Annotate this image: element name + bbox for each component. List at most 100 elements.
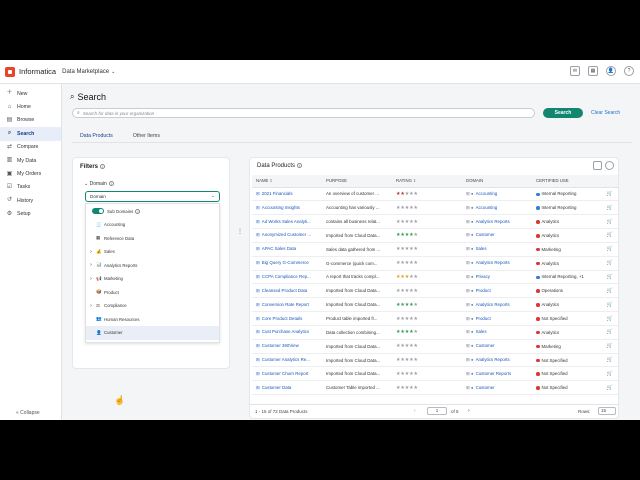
product-name[interactable]: Cleansed Product Data	[262, 288, 307, 293]
product-name-cell[interactable]: ⊞ Customer 360View	[252, 339, 322, 354]
sort-icon[interactable]: ⇕	[269, 178, 272, 183]
domain-cell[interactable]: ⊞ ● Accounting	[462, 200, 532, 216]
product-name[interactable]: Anonymized Customer ...	[262, 232, 311, 237]
drag-handle-icon[interactable]: ⋮	[237, 228, 243, 235]
product-name[interactable]: Cust Purchase Analytics	[262, 329, 309, 334]
domain-link[interactable]: Product	[476, 316, 491, 321]
domain-cell[interactable]: ⊞ ● Customer	[462, 380, 532, 396]
sidebar-item-history[interactable]: ↺ History	[0, 194, 61, 207]
product-name[interactable]: Customer Analytics Re...	[262, 357, 310, 362]
table-row[interactable]: ⊞ Cust Purchase Analytics Data collection …	[252, 325, 618, 340]
domain-link[interactable]: Sales	[476, 246, 487, 251]
domain-cell[interactable]: ⊞ ● Product	[462, 311, 532, 326]
domain-link[interactable]: Analytics Reports	[476, 357, 510, 362]
domain-cell[interactable]: ⊞ ● Customer	[462, 339, 532, 354]
chevron-right-icon[interactable]: ›	[86, 303, 96, 309]
domain-cell[interactable]: ⊞ ● Analytics Reports	[462, 256, 532, 271]
product-name-cell[interactable]: ⊞ Cleansed Product Data	[252, 283, 322, 299]
product-name-cell[interactable]: ⊞ Customer Analytics Re...	[252, 353, 322, 368]
domain-link[interactable]: Product	[476, 288, 491, 293]
product-name-cell[interactable]: ⊞ Big Query G-Commerce	[252, 256, 322, 271]
domain-link[interactable]: Customer	[476, 343, 495, 348]
domain-option[interactable]: 👤 Customer	[86, 326, 219, 340]
table-row[interactable]: ⊞ 2021 Financials An overview of customer …	[252, 187, 618, 202]
table-row[interactable]: ⊞ Conversion Rate Report Imported from Clo…	[252, 297, 618, 313]
table-row[interactable]: ⊞ APAC Sales Data Sales data gathered from…	[252, 242, 618, 257]
help-icon[interactable]: ?	[624, 66, 634, 76]
apps-icon[interactable]: ▦	[588, 66, 598, 76]
product-name[interactable]: CCPA Compliance Rep...	[262, 274, 311, 279]
domain-option[interactable]: 📦 Product	[86, 286, 219, 300]
table-row[interactable]: ⊞ Ad Works Sales Analyti... contains all b…	[252, 214, 618, 230]
domain-cell[interactable]: ⊞ ● Analytics Reports	[462, 297, 532, 313]
add-to-cart-icon[interactable]: 🛒	[598, 297, 618, 313]
domain-cell[interactable]: ⊞ ● Product	[462, 283, 532, 299]
domain-option[interactable]: › 📢 Marketing	[86, 272, 219, 286]
sidebar-item-my-orders[interactable]: ▣ My Orders	[0, 167, 61, 180]
notifications-icon[interactable]: ✉	[570, 66, 580, 76]
domain-cell[interactable]: ⊞ ● Privacy	[462, 270, 532, 285]
sidebar-item-home[interactable]: ⌂ Home	[0, 100, 61, 113]
sub-domains-toggle-row[interactable]: Sub Domains i	[86, 204, 219, 218]
add-to-cart-icon[interactable]: 🛒	[598, 270, 618, 285]
add-to-cart-icon[interactable]: 🛒	[598, 353, 618, 368]
product-name[interactable]: APAC Sales Data	[262, 246, 296, 251]
rows-per-page-select[interactable]: 15	[598, 407, 616, 415]
product-name[interactable]: 2021 Financials	[262, 191, 293, 196]
domain-option[interactable]: › ⚖ Compliance	[86, 299, 219, 313]
sidebar-item-tasks[interactable]: ☑ Tasks	[0, 181, 61, 194]
domain-link[interactable]: Customer	[476, 385, 495, 390]
table-row[interactable]: ⊞ CCPA Compliance Rep... A report that tra…	[252, 270, 618, 285]
column-settings-icon[interactable]	[593, 161, 602, 170]
product-name-cell[interactable]: ⊞ CCPA Compliance Rep...	[252, 270, 322, 285]
domain-link[interactable]: Privacy	[476, 274, 490, 279]
collapse-button[interactable]: « Collapse	[16, 410, 40, 416]
product-name[interactable]: Big Query G-Commerce	[262, 260, 309, 265]
domain-cell[interactable]: ⊞ ● Analytics Reports	[462, 214, 532, 230]
domain-link[interactable]: Sales	[476, 329, 487, 334]
table-row[interactable]: ⊞ Customer Churn Report Imported from Clou…	[252, 366, 618, 382]
table-row[interactable]: ⊞ Core Product Details Product table impor…	[252, 311, 618, 326]
domain-link[interactable]: Customer Reports	[476, 371, 512, 376]
product-name-cell[interactable]: ⊞ Accounting Insights	[252, 200, 322, 216]
chevron-right-icon[interactable]: ›	[86, 249, 96, 255]
domain-select[interactable]: Domain ⌄	[85, 191, 220, 202]
domain-link[interactable]: Accounting	[476, 205, 498, 210]
sidebar-item-setup[interactable]: ⚙ Setup	[0, 208, 61, 221]
table-row[interactable]: ⊞ Accounting Insights Accounting has vario…	[252, 200, 618, 216]
page-number-input[interactable]: 1	[427, 407, 447, 415]
product-name[interactable]: Conversion Rate Report	[262, 302, 309, 307]
domain-link[interactable]: Customer	[476, 232, 495, 237]
domain-link[interactable]: Accounting	[476, 191, 498, 196]
table-row[interactable]: ⊞ Cleansed Product Data Imported from Clou…	[252, 283, 618, 299]
add-to-cart-icon[interactable]: 🛒	[598, 200, 618, 216]
clear-search-link[interactable]: Clear Search	[591, 110, 620, 116]
product-name-cell[interactable]: ⊞ Core Product Details	[252, 311, 322, 326]
add-to-cart-icon[interactable]: 🛒	[598, 228, 618, 243]
add-to-cart-icon[interactable]: 🛒	[598, 380, 618, 396]
product-name[interactable]: Accounting Insights	[262, 205, 300, 210]
add-to-cart-icon[interactable]: 🛒	[598, 242, 618, 257]
add-to-cart-icon[interactable]: 🛒	[598, 311, 618, 326]
domain-filter-header[interactable]: ⌄ Domain i	[84, 181, 114, 187]
domain-option[interactable]: ▦ Reference Data	[86, 232, 219, 246]
table-row[interactable]: ⊞ Big Query G-Commerce G-commerce (quick c…	[252, 256, 618, 271]
prev-page-icon[interactable]: ‹	[414, 408, 416, 414]
product-name-cell[interactable]: ⊞ Customer Churn Report	[252, 366, 322, 382]
product-name[interactable]: Customer Churn Report	[262, 371, 309, 376]
sidebar-item-browse[interactable]: ▤ Browse	[0, 114, 61, 127]
column-header[interactable]: RATING⇕	[392, 175, 462, 188]
table-row[interactable]: ⊞ Customer Analytics Re... Imported from C…	[252, 353, 618, 368]
sidebar-item-search[interactable]: ⌕ Search	[0, 127, 61, 141]
domain-link[interactable]: Analytics Reports	[476, 302, 510, 307]
add-to-cart-icon[interactable]: 🛒	[598, 187, 618, 202]
search-input[interactable]: ⌕ Search for data in your organization	[72, 108, 535, 118]
chevron-right-icon[interactable]: ›	[86, 276, 96, 282]
product-name-cell[interactable]: ⊞ Cust Purchase Analytics	[252, 325, 322, 340]
add-to-cart-icon[interactable]: 🛒	[598, 339, 618, 354]
domain-option[interactable]: 👥 Human Resources	[86, 313, 219, 327]
add-to-cart-icon[interactable]: 🛒	[598, 214, 618, 230]
add-to-cart-icon[interactable]: 🛒	[598, 256, 618, 271]
chevron-right-icon[interactable]: ›	[86, 262, 96, 268]
add-to-cart-icon[interactable]: 🛒	[598, 366, 618, 382]
